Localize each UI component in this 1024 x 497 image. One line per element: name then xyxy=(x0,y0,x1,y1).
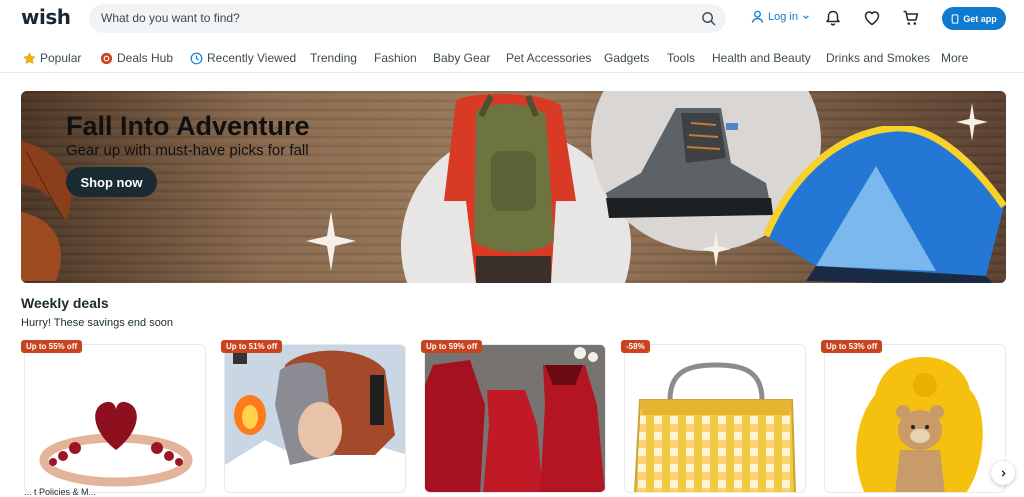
chevron-right-icon xyxy=(1001,469,1006,477)
discount-badge: -58% xyxy=(621,340,650,353)
nav-item-gadgets[interactable]: Gadgets xyxy=(604,51,649,65)
weekly-deals-subtitle: Hurry! These savings end soon xyxy=(21,317,174,329)
teddy-blanket-image xyxy=(856,356,983,492)
product-overlay-text: heat storage lock temperature 360 ° xyxy=(233,477,376,492)
nav-label: Trending xyxy=(310,51,357,65)
product-card[interactable]: heat storage lock temperature 360 ° xyxy=(224,344,406,493)
weekly-deals-title: Weekly deals xyxy=(21,295,109,311)
hiker-backpack-image xyxy=(444,94,576,283)
wish-logo[interactable]: wish xyxy=(21,5,71,29)
deals-icon xyxy=(100,52,113,64)
nav-item-tools[interactable]: Tools xyxy=(667,51,695,65)
nav-label: Drinks and Smokes xyxy=(826,51,931,65)
nav-item-fashion[interactable]: Fashion xyxy=(374,51,417,65)
search-input[interactable]: What do you want to find? xyxy=(89,4,726,33)
nav-label: Baby Gear xyxy=(433,51,491,65)
search-icon[interactable] xyxy=(701,11,716,26)
hiking-boot-image xyxy=(606,108,773,218)
nav-label: Fashion xyxy=(374,51,417,65)
bell-icon[interactable] xyxy=(824,9,842,27)
shop-now-button[interactable]: Shop now xyxy=(66,167,157,197)
lingerie-set-image xyxy=(425,345,605,492)
get-app-label: Get app xyxy=(963,13,997,24)
clock-icon xyxy=(190,52,203,64)
banner-subtitle: Gear up with must-have picks for fall xyxy=(66,142,309,159)
nav-item-health-and-beauty[interactable]: Health and Beauty xyxy=(712,51,811,65)
nav-item-more[interactable]: More xyxy=(941,51,968,65)
nav-label: More xyxy=(941,51,969,65)
nav-label: Deals Hub xyxy=(117,51,174,65)
product-card[interactable] xyxy=(624,344,806,493)
trapper-hat-image xyxy=(225,345,405,492)
top-header: wish What do you want to find? Log in Ge… xyxy=(0,0,1024,38)
discount-badge: Up to 59% off xyxy=(421,340,483,353)
product-card[interactable] xyxy=(24,344,206,493)
heart-icon[interactable] xyxy=(863,9,881,27)
category-nav: Popular Deals Hub Recently Viewed Trendi… xyxy=(0,43,1024,73)
login-button[interactable]: Log in xyxy=(751,10,810,23)
nav-item-baby-gear[interactable]: Baby Gear xyxy=(433,51,490,65)
nav-label: Pet Accessories xyxy=(506,51,592,65)
sparkle-icon xyxy=(701,231,731,267)
search-placeholder: What do you want to find? xyxy=(101,11,240,25)
cooler-bag-image xyxy=(634,362,796,492)
product-card[interactable] xyxy=(824,344,1006,493)
footer-fragment[interactable]: ... t Policies & M... xyxy=(24,487,96,497)
login-label: Log in xyxy=(768,10,798,23)
nav-item-trending[interactable]: Trending xyxy=(310,51,357,65)
camping-tent-image xyxy=(762,126,1006,283)
heart-ring-image xyxy=(39,401,193,487)
nav-label: Recently Viewed xyxy=(207,51,297,65)
nav-label: Popular xyxy=(40,51,82,65)
cart-icon[interactable] xyxy=(902,9,920,27)
nav-item-recently-viewed[interactable]: Recently Viewed xyxy=(190,51,296,65)
nav-label: Gadgets xyxy=(604,51,650,65)
discount-badge: Up to 51% off xyxy=(221,340,283,353)
chevron-down-icon xyxy=(803,14,809,19)
nav-item-drinks-and-smokes[interactable]: Drinks and Smokes xyxy=(826,51,930,65)
discount-badge: Up to 55% off xyxy=(21,340,83,353)
nav-label: Tools xyxy=(667,51,696,65)
hero-banner[interactable]: Fall Into Adventure Gear up with must-ha… xyxy=(21,91,1006,283)
star-icon xyxy=(23,51,36,64)
phone-icon xyxy=(951,13,959,24)
product-card[interactable] xyxy=(424,344,606,493)
nav-label: Health and Beauty xyxy=(712,51,811,65)
nav-item-popular[interactable]: Popular xyxy=(23,51,81,65)
get-app-button[interactable]: Get app xyxy=(942,7,1006,30)
user-icon xyxy=(751,10,764,23)
nav-item-deals-hub[interactable]: Deals Hub xyxy=(100,51,173,65)
banner-title: Fall Into Adventure xyxy=(66,111,310,141)
discount-badge: Up to 53% off xyxy=(821,340,883,353)
carousel-next-button[interactable] xyxy=(991,461,1015,485)
sparkle-icon xyxy=(306,211,356,271)
nav-item-pet-accessories[interactable]: Pet Accessories xyxy=(506,51,591,65)
